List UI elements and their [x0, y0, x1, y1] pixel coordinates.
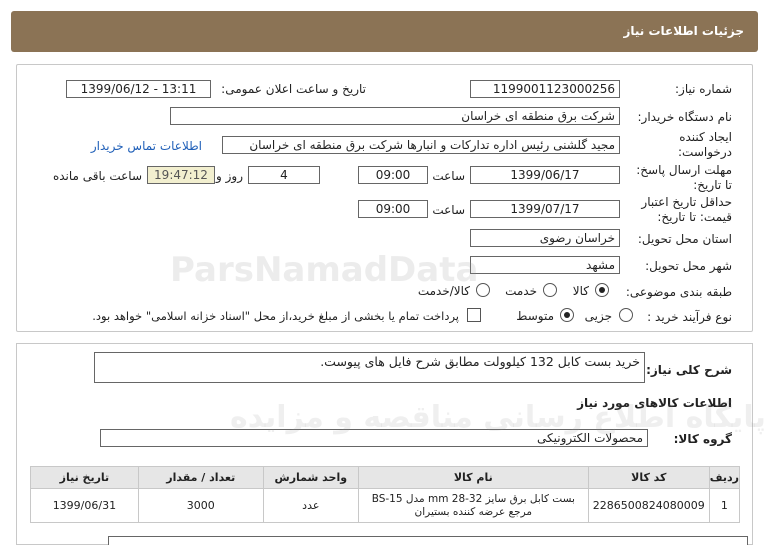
creator-field: مجید گلشنی رئیس اداره تدارکات و انبارها …: [222, 136, 620, 154]
category-option-service: خدمت: [505, 284, 537, 298]
deadline-time-label: ساعت: [432, 169, 465, 183]
days-label: روز و: [216, 169, 243, 183]
category-option-goods: کالا: [572, 284, 589, 298]
creator-label-1: ایجاد کننده: [679, 130, 732, 144]
page-header: جزئیات اطلاعات نیاز: [11, 11, 758, 52]
validity-time-field: 09:00: [358, 200, 428, 218]
contact-buyer-link[interactable]: اطلاعات تماس خریدار: [91, 139, 202, 153]
announce-label: تاریخ و ساعت اعلان عمومی:: [221, 82, 366, 96]
validity-label-2: قیمت: تا تاریخ:: [657, 210, 732, 224]
deadline-time-field: 09:00: [358, 166, 428, 184]
cell-item-name: بست کابل برق سایز mm 28-32 مدل BS-15 مرج…: [357, 488, 589, 523]
remaining-label: ساعت باقی مانده: [52, 169, 142, 183]
category-radio-service[interactable]: [543, 283, 557, 297]
purchase-type-label: نوع فرآیند خرید :: [647, 310, 732, 324]
cell-quantity: 3000: [137, 488, 264, 523]
deadline-label-2: تا تاریخ:: [693, 178, 732, 192]
treasury-bonds-checkbox[interactable]: [467, 308, 481, 322]
table-row: 1 2286500824080009 بست کابل برق سایز mm …: [30, 488, 741, 523]
need-number-label: شماره نیاز:: [675, 82, 732, 96]
announce-datetime-field: 1399/06/12 - 13:11: [66, 80, 211, 98]
category-radio-goods[interactable]: [595, 283, 609, 297]
validity-label-1: حداقل تاریخ اعتبار: [641, 195, 732, 209]
buyer-org-label: نام دستگاه خریدار:: [637, 110, 733, 124]
cell-need-date: 1399/06/31: [30, 488, 139, 523]
goods-section-title: اطلاعات کالاهای مورد نیاز: [577, 396, 732, 410]
validity-time-label: ساعت: [432, 203, 465, 217]
need-number-field: 1199001123000256: [470, 80, 620, 98]
purchase-option-minor: جزیی: [584, 309, 612, 323]
col-quantity: تعداد / مقدار: [137, 466, 264, 489]
purchase-radio-minor[interactable]: [619, 308, 633, 322]
province-field: خراسان رضوی: [470, 229, 620, 247]
col-need-date: تاریخ نیاز: [30, 466, 139, 489]
col-item-code: کد کالا: [587, 466, 710, 489]
goods-group-label: گروه کالا:: [673, 432, 732, 446]
validity-date-field: 1399/07/17: [470, 200, 620, 218]
purchase-option-medium: متوسط: [516, 309, 554, 323]
page-title: جزئیات اطلاعات نیاز: [623, 24, 744, 38]
cell-row-number: 1: [708, 488, 741, 523]
col-unit: واحد شمارش: [262, 466, 359, 489]
purchase-radio-medium[interactable]: [560, 308, 574, 322]
buyer-org-field: شرکت برق منطقه ای خراسان: [170, 107, 620, 125]
goods-group-field: محصولات الکترونیکی: [100, 429, 648, 447]
days-remaining-field: 4: [248, 166, 320, 184]
deadline-date-field: 1399/06/17: [470, 166, 620, 184]
payment-note: پرداخت تمام یا بخشی از مبلغ خرید،از محل …: [92, 309, 459, 323]
cell-unit: عدد: [262, 488, 359, 523]
city-field: مشهد: [470, 256, 620, 274]
summary-field: خرید بست کابل 132 کیلوولت مطابق شرح فایل…: [94, 352, 645, 383]
goods-table-header: ردیف کد کالا نام کالا واحد شمارش تعداد /…: [30, 466, 741, 489]
summary-label: شرح کلی نیاز:: [646, 363, 732, 377]
goods-table: ردیف کد کالا نام کالا واحد شمارش تعداد /…: [30, 466, 741, 523]
time-remaining-field: 19:47:12: [147, 166, 215, 184]
city-label: شهر محل تحویل:: [645, 259, 732, 273]
col-item-name: نام کالا: [357, 466, 589, 489]
creator-label-2: درخواست:: [678, 145, 732, 159]
category-radio-goods-service[interactable]: [476, 283, 490, 297]
category-option-goods-service: کالا/خدمت: [417, 284, 470, 298]
buyer-notes-field: [108, 536, 748, 545]
province-label: استان محل تحویل:: [637, 232, 732, 246]
category-label: طبقه بندی موضوعی:: [625, 285, 732, 299]
col-row-number: ردیف: [708, 466, 741, 489]
deadline-label-1: مهلت ارسال پاسخ:: [636, 163, 732, 177]
cell-item-code: 2286500824080009: [587, 488, 710, 523]
